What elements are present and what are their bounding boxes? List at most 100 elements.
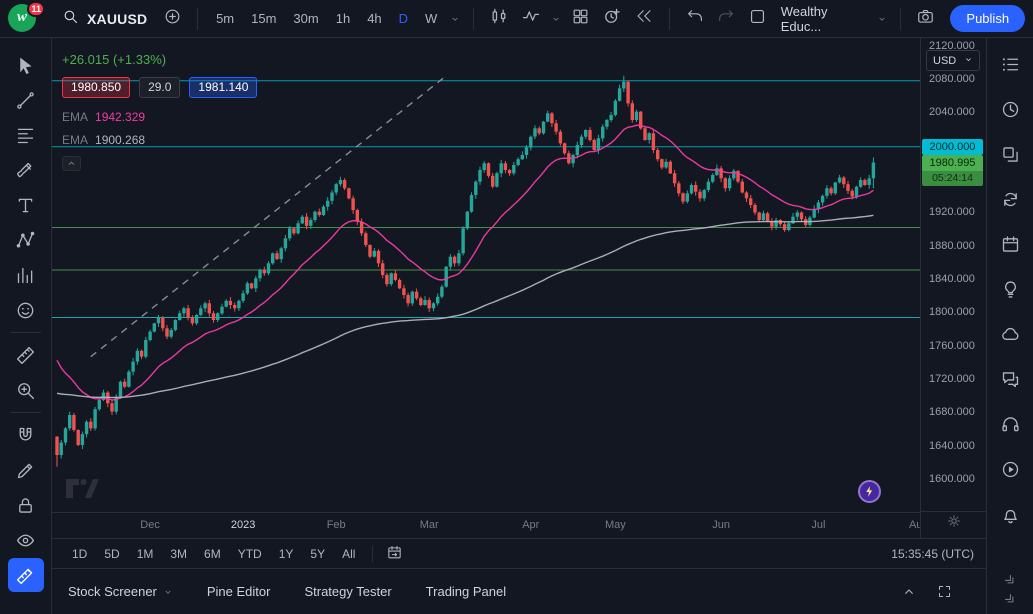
interval-30m[interactable]: 30m bbox=[285, 7, 326, 30]
range-1m[interactable]: 1M bbox=[129, 544, 162, 564]
tab-stock-screener[interactable]: Stock Screener bbox=[68, 584, 173, 599]
tool-text[interactable] bbox=[8, 188, 44, 222]
collapse-chevrons-icon[interactable] bbox=[1000, 570, 1020, 590]
clock-icon bbox=[1000, 99, 1021, 120]
axis-settings-gear-icon[interactable] bbox=[946, 513, 962, 534]
calendar-icon bbox=[1000, 234, 1021, 255]
position-stop-label[interactable]: 1980.850 bbox=[62, 77, 130, 98]
tool-fib-retracement[interactable] bbox=[8, 118, 44, 152]
time-tick: Feb bbox=[327, 519, 346, 531]
ideas-button[interactable] bbox=[997, 277, 1023, 301]
tool-trend-line[interactable] bbox=[8, 83, 44, 117]
save-layout-button[interactable] bbox=[743, 5, 773, 33]
interval-15m[interactable]: 15m bbox=[243, 7, 284, 30]
ema-fast-legend[interactable]: EMA 1942.329 bbox=[62, 110, 257, 124]
layout-name[interactable]: Wealthy Educ... bbox=[781, 4, 870, 34]
range-5d[interactable]: 5D bbox=[96, 544, 127, 564]
assistant-badge[interactable] bbox=[858, 480, 881, 503]
tool-draw[interactable] bbox=[8, 453, 44, 487]
position-entry-label[interactable]: 1981.140 bbox=[189, 77, 257, 98]
price-axis[interactable]: USD 2000.000 1980.995 05:24:14 2120.0002… bbox=[920, 38, 986, 538]
symbol-search-button[interactable]: XAUUSD bbox=[54, 4, 155, 34]
trend-icon bbox=[15, 90, 36, 111]
public-chats-button[interactable] bbox=[997, 322, 1023, 346]
chart-canvas[interactable]: +26.015 (+1.33%) 1980.850 29.0 1981.140 … bbox=[52, 38, 920, 538]
range-buttons: 1D5D1M3M6MYTD1Y5YAll bbox=[64, 544, 363, 564]
interval-d[interactable]: D bbox=[391, 7, 416, 30]
line-price-badge: 2000.000 bbox=[922, 139, 983, 155]
streams-button[interactable] bbox=[997, 457, 1023, 481]
tab-pine-editor[interactable]: Pine Editor bbox=[207, 584, 271, 599]
toolbar-separator bbox=[197, 8, 198, 30]
range-5y[interactable]: 5Y bbox=[302, 544, 333, 564]
range-all[interactable]: All bbox=[334, 544, 363, 564]
tab-label: Stock Screener bbox=[68, 584, 157, 599]
tool-favorite-drawing-tool[interactable] bbox=[8, 558, 44, 592]
range-1d[interactable]: 1D bbox=[64, 544, 95, 564]
range-1y[interactable]: 1Y bbox=[271, 544, 302, 564]
watchlist-button[interactable] bbox=[997, 52, 1023, 76]
indicators-button[interactable] bbox=[516, 5, 546, 33]
price-tick: 1600.000 bbox=[929, 473, 975, 485]
hotlists-button[interactable] bbox=[997, 187, 1023, 211]
snapshot-camera-button[interactable] bbox=[911, 5, 941, 33]
support-button[interactable] bbox=[997, 412, 1023, 436]
layout-menu-chevron[interactable] bbox=[874, 5, 890, 33]
brush-icon bbox=[15, 160, 36, 181]
undo-button[interactable] bbox=[680, 5, 710, 33]
publish-button[interactable]: Publish bbox=[950, 5, 1025, 32]
interval-w[interactable]: W bbox=[417, 7, 445, 30]
alert-clock-icon bbox=[602, 6, 622, 31]
notifications-badge: 11 bbox=[27, 1, 45, 17]
collapse-chevrons-icon[interactable] bbox=[1000, 589, 1020, 609]
range-ytd[interactable]: YTD bbox=[230, 544, 270, 564]
alerts-button[interactable] bbox=[997, 97, 1023, 121]
last-price-value: 1980.995 bbox=[922, 155, 983, 171]
tab-strategy-tester[interactable]: Strategy Tester bbox=[304, 584, 391, 599]
range-6m[interactable]: 6M bbox=[196, 544, 229, 564]
layout-grid-button[interactable] bbox=[566, 5, 596, 33]
tool-magnet[interactable] bbox=[8, 418, 44, 452]
calendar-go-icon bbox=[386, 544, 403, 564]
add-symbol-button[interactable] bbox=[157, 5, 187, 33]
tool-emoji[interactable] bbox=[8, 293, 44, 327]
position-qty-label[interactable]: 29.0 bbox=[139, 77, 180, 98]
tool-measure[interactable] bbox=[8, 338, 44, 372]
user-menu-button[interactable]: w 11 bbox=[8, 4, 42, 34]
notifications-button[interactable] bbox=[997, 502, 1023, 526]
currency-selector[interactable]: USD bbox=[926, 50, 980, 71]
list-icon bbox=[1000, 54, 1021, 75]
create-alert-button[interactable] bbox=[597, 5, 627, 33]
interval-5m[interactable]: 5m bbox=[208, 7, 242, 30]
panel-expand-icon[interactable] bbox=[901, 584, 917, 600]
eye-icon bbox=[15, 530, 36, 551]
price-tick: 1880.000 bbox=[929, 240, 975, 252]
panel-maximize-icon[interactable] bbox=[937, 584, 952, 599]
interval-menu-chevron[interactable] bbox=[447, 5, 463, 33]
interval-4h[interactable]: 4h bbox=[359, 7, 389, 30]
tool-xabcd-pattern[interactable] bbox=[8, 223, 44, 257]
tool-cursor[interactable] bbox=[8, 48, 44, 82]
time-axis[interactable]: Dec2023FebMarAprMayJunJulAu bbox=[52, 512, 920, 538]
ema-slow-legend[interactable]: EMA 1900.268 bbox=[62, 133, 257, 147]
range-3m[interactable]: 3M bbox=[162, 544, 195, 564]
bar-replay-button[interactable] bbox=[629, 5, 659, 33]
redo-button[interactable] bbox=[711, 5, 741, 33]
calendar-button[interactable] bbox=[997, 232, 1023, 256]
server-clock[interactable]: 15:35:45 (UTC) bbox=[891, 547, 974, 561]
chart-style-button[interactable] bbox=[484, 5, 514, 33]
tool-lock-all[interactable] bbox=[8, 488, 44, 522]
legend-collapse-button[interactable] bbox=[62, 156, 81, 171]
lock-icon bbox=[15, 495, 36, 516]
tool-zoom[interactable] bbox=[8, 373, 44, 407]
tool-brush[interactable] bbox=[8, 153, 44, 187]
chart-pane: +26.015 (+1.33%) 1980.850 29.0 1981.140 … bbox=[52, 38, 986, 538]
indicators-menu-chevron[interactable] bbox=[548, 5, 564, 33]
tab-trading-panel[interactable]: Trading Panel bbox=[426, 584, 506, 599]
tool-hide-all[interactable] bbox=[8, 523, 44, 557]
private-chats-button[interactable] bbox=[997, 367, 1023, 391]
go-to-date-button[interactable] bbox=[382, 542, 406, 566]
object-tree-button[interactable] bbox=[997, 142, 1023, 166]
tool-forecast[interactable] bbox=[8, 258, 44, 292]
interval-1h[interactable]: 1h bbox=[328, 7, 358, 30]
